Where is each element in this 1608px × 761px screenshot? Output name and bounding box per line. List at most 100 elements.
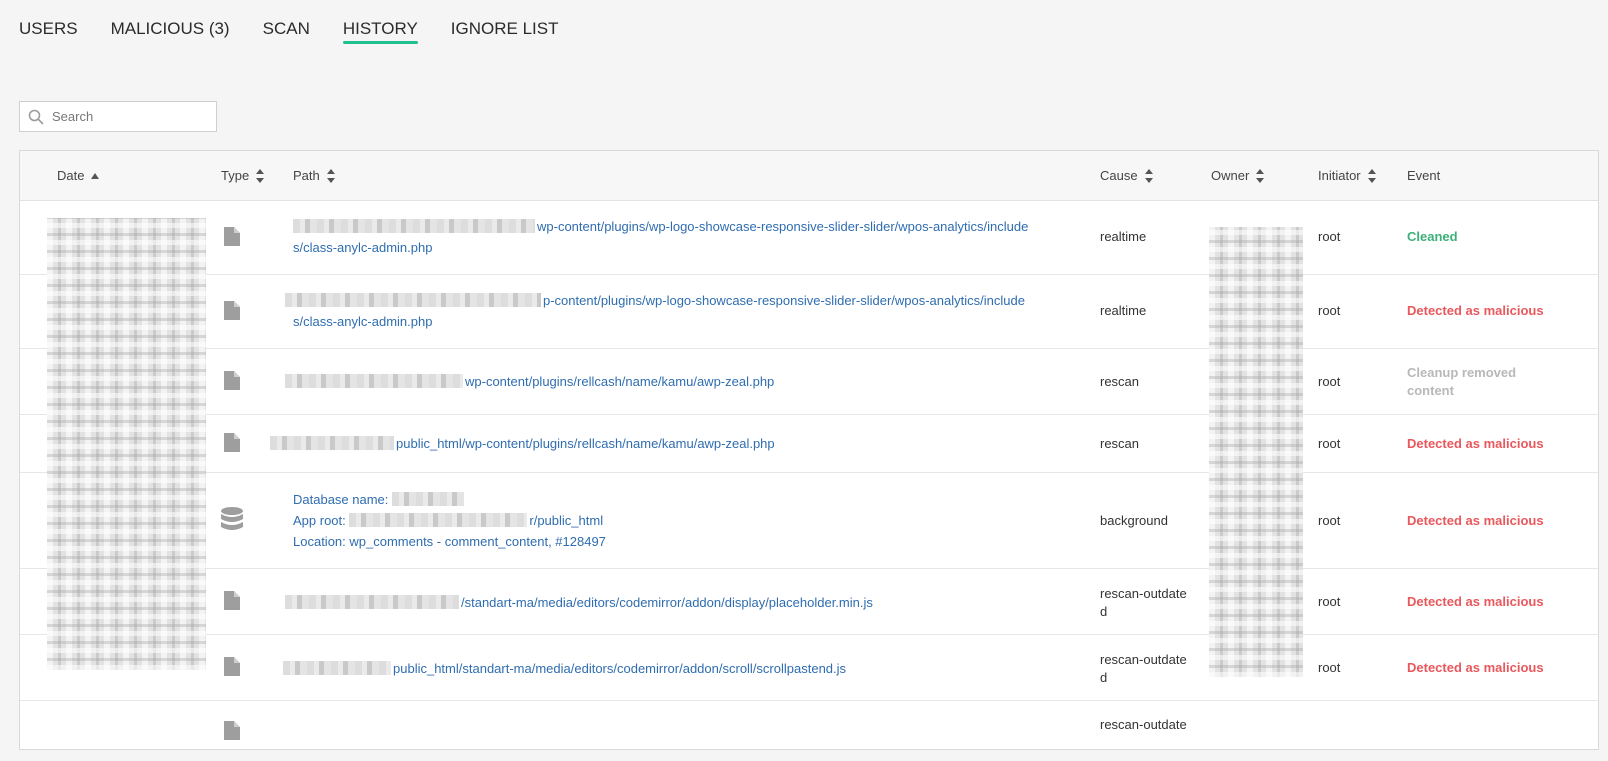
cause-text: rescan xyxy=(1100,374,1140,389)
path-link[interactable]: public_html/standart-ma/media/editors/co… xyxy=(283,658,1063,679)
redacted-path xyxy=(293,219,535,233)
column-label: Owner xyxy=(1211,168,1250,183)
column-header-path[interactable]: Path xyxy=(293,168,335,183)
cause-text: realtime xyxy=(1100,229,1147,244)
initiator-text: root xyxy=(1318,303,1341,318)
database-details[interactable]: Database name: App root: r/public_html L… xyxy=(293,489,1073,552)
location-text: Location: wp_comments - comment_content,… xyxy=(293,534,606,549)
table-row[interactable]: /standart-ma/media/editors/codemirror/ad… xyxy=(20,569,1598,635)
path-link[interactable]: p-content/plugins/wp-logo-showcase-respo… xyxy=(285,290,1075,332)
event-status: Cleaned xyxy=(1407,229,1458,244)
column-label: Date xyxy=(57,168,85,183)
event-status: Detected as malicious xyxy=(1407,436,1544,451)
redacted-path xyxy=(270,436,394,450)
column-header-initiator[interactable]: Initiator xyxy=(1318,168,1376,183)
redacted-path xyxy=(283,661,391,675)
app-root-text: r/public_html xyxy=(529,513,604,528)
sort-icon xyxy=(1144,168,1153,183)
cause-text: rescan-outdate d xyxy=(1100,651,1187,687)
search-box xyxy=(19,101,217,132)
file-icon xyxy=(224,721,240,740)
sort-icon xyxy=(1256,168,1265,183)
table-header: Date Type Path Cause Owner Initiator Eve… xyxy=(20,151,1598,201)
table-row[interactable]: p-content/plugins/wp-logo-showcase-respo… xyxy=(20,275,1598,349)
event-status: Detected as malicious xyxy=(1407,594,1544,609)
cause-text: background xyxy=(1100,513,1168,528)
initiator-text: root xyxy=(1318,229,1341,244)
search-input[interactable] xyxy=(50,108,204,125)
cause-line: d xyxy=(1100,604,1108,619)
sort-icon xyxy=(326,168,335,183)
redacted-path xyxy=(285,293,541,307)
path-link[interactable]: wp-content/plugins/rellcash/name/kamu/aw… xyxy=(285,371,1065,392)
initiator-text: root xyxy=(1318,374,1341,389)
cause-text: realtime xyxy=(1100,303,1147,318)
path-text: wp-content/plugins/rellcash/name/kamu/aw… xyxy=(465,374,775,389)
sort-icon xyxy=(256,168,265,183)
column-header-date[interactable]: Date xyxy=(57,168,100,183)
event-status: Detected as malicious xyxy=(1407,660,1544,675)
history-table: Date Type Path Cause Owner Initiator Eve… xyxy=(19,150,1599,750)
column-label: Initiator xyxy=(1318,168,1361,183)
table-row[interactable]: wp-content/plugins/wp-logo-showcase-resp… xyxy=(20,201,1598,275)
table-row[interactable]: public_html/wp-content/plugins/rellcash/… xyxy=(20,415,1598,473)
table-row[interactable]: wp-content/plugins/rellcash/name/kamu/aw… xyxy=(20,349,1598,415)
file-icon xyxy=(224,301,240,320)
cause-text: rescan xyxy=(1100,436,1140,451)
cause-line: d xyxy=(1100,670,1108,685)
table-row[interactable]: public_html/standart-ma/media/editors/co… xyxy=(20,635,1598,701)
redacted-app-root xyxy=(349,513,528,527)
redacted-date-column xyxy=(47,218,206,670)
path-text: public_html/wp-content/plugins/rellcash/… xyxy=(396,436,775,451)
tab-users[interactable]: USERS xyxy=(19,0,78,40)
redacted-db-name xyxy=(392,492,465,506)
event-text: Cleanup removed xyxy=(1407,365,1517,380)
path-text: /standart-ma/media/editors/codemirror/ad… xyxy=(461,595,873,610)
file-icon xyxy=(224,591,240,610)
search-icon xyxy=(28,109,44,125)
column-header-cause[interactable]: Cause xyxy=(1100,168,1153,183)
event-status: Detected as malicious xyxy=(1407,513,1544,528)
redacted-path xyxy=(285,374,463,388)
database-name-label: Database name: xyxy=(293,492,389,507)
sort-icon xyxy=(1367,168,1376,183)
tab-scan[interactable]: SCAN xyxy=(263,0,310,40)
redacted-path xyxy=(285,595,459,609)
tab-bar: USERS MALICIOUS (3) SCAN HISTORY IGNORE … xyxy=(19,0,591,60)
column-label: Path xyxy=(293,168,320,183)
cause-text: rescan-outdate xyxy=(1100,717,1187,732)
tab-ignore-list[interactable]: IGNORE LIST xyxy=(451,0,559,40)
cause-line: rescan-outdate xyxy=(1100,586,1187,601)
tab-history[interactable]: HISTORY xyxy=(342,0,418,44)
tab-malicious[interactable]: MALICIOUS (3) xyxy=(111,0,230,40)
column-header-owner[interactable]: Owner xyxy=(1211,168,1265,183)
file-icon xyxy=(224,433,240,452)
initiator-text: root xyxy=(1318,594,1341,609)
path-text: p-content/plugins/wp-logo-showcase-respo… xyxy=(543,293,1025,308)
path-link[interactable]: public_html/wp-content/plugins/rellcash/… xyxy=(270,433,1060,454)
path-text: wp-content/plugins/wp-logo-showcase-resp… xyxy=(537,219,1029,234)
sort-ascending-icon xyxy=(91,172,100,179)
table-row[interactable]: Database name: App root: r/public_html L… xyxy=(20,473,1598,569)
column-header-type[interactable]: Type xyxy=(221,168,265,183)
path-link[interactable]: wp-content/plugins/wp-logo-showcase-resp… xyxy=(293,216,1073,258)
path-text: s/class-anylc-admin.php xyxy=(293,314,433,329)
redacted-owner-column xyxy=(1209,227,1303,677)
file-icon xyxy=(224,227,240,246)
app-root-label: App root: xyxy=(293,513,346,528)
cause-text: rescan-outdate d xyxy=(1100,585,1187,621)
database-icon xyxy=(221,507,243,530)
column-header-event: Event xyxy=(1407,168,1440,183)
path-text: s/class-anylc-admin.php xyxy=(293,240,433,255)
event-status: Detected as malicious xyxy=(1407,303,1544,318)
initiator-text: root xyxy=(1318,436,1341,451)
file-icon xyxy=(224,371,240,390)
path-text: public_html/standart-ma/media/editors/co… xyxy=(393,661,847,676)
table-row[interactable]: rescan-outdate xyxy=(20,701,1598,761)
initiator-text: root xyxy=(1318,660,1341,675)
path-link[interactable]: /standart-ma/media/editors/codemirror/ad… xyxy=(285,592,1065,613)
file-icon xyxy=(224,657,240,676)
column-label: Cause xyxy=(1100,168,1138,183)
initiator-text: root xyxy=(1318,513,1341,528)
event-text: content xyxy=(1407,383,1454,398)
